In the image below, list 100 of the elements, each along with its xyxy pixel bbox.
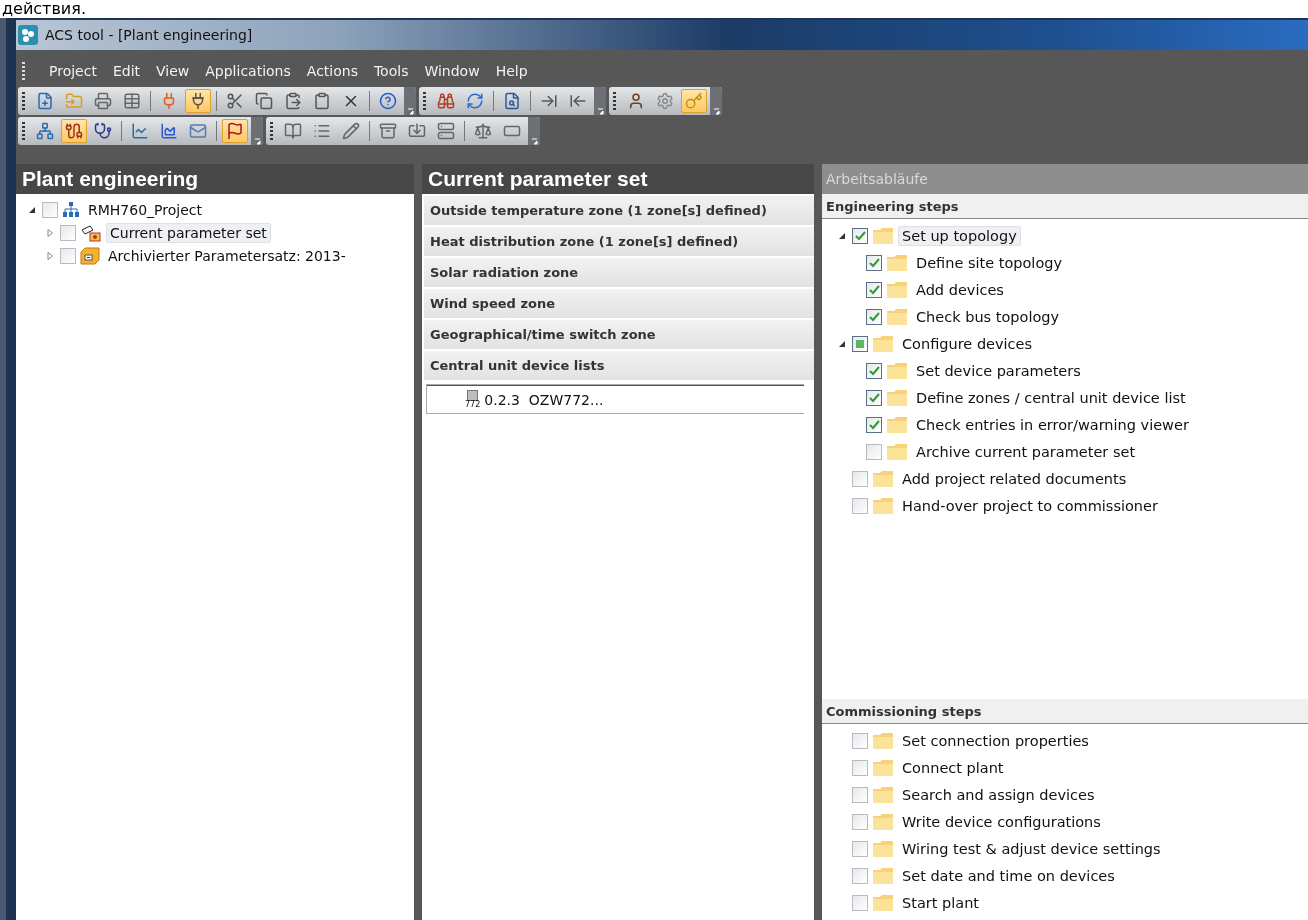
menu-item[interactable]: Help [495, 63, 528, 79]
checkbox[interactable] [852, 497, 868, 514]
workflow-step[interactable]: Set date and time on devices [898, 865, 1119, 886]
folder-icon [872, 758, 894, 777]
checkbox[interactable] [852, 840, 868, 857]
checkbox[interactable] [852, 867, 868, 884]
checkbox[interactable] [866, 416, 882, 433]
toolbar-button[interactable] [222, 119, 248, 143]
checkbox[interactable] [866, 362, 882, 379]
collapse-triangle-icon[interactable] [28, 205, 36, 214]
checkbox[interactable] [852, 335, 868, 352]
zone-header[interactable]: Heat distribution zone (1 zone[s] defined) [424, 227, 814, 258]
checkbox[interactable] [866, 389, 882, 406]
import-icon [569, 92, 587, 110]
workflow-step[interactable]: Check bus topology [912, 306, 1064, 327]
tree-item[interactable]: RMH760_Project [84, 199, 206, 220]
workflow-step[interactable]: Hand-over project to commissioner [898, 495, 1162, 516]
workflow-step[interactable]: Archive current parameter set [912, 441, 1140, 462]
checkbox[interactable] [852, 759, 868, 776]
menu-item[interactable]: Actions [306, 63, 358, 79]
checkbox[interactable] [852, 786, 868, 803]
zone-header[interactable]: Outside temperature zone (1 zone[s] defined) [424, 196, 814, 227]
toolbar-button[interactable] [185, 89, 211, 113]
checkbox[interactable] [60, 224, 76, 241]
zone-header[interactable]: Solar radiation zone [424, 258, 814, 289]
tree-item[interactable]: Current parameter set [106, 222, 271, 243]
workflow-step[interactable]: Wiring test & adjust device settings [898, 838, 1165, 859]
archive-icon [379, 122, 397, 140]
import-icon [408, 122, 426, 140]
menu-item[interactable]: Tools [373, 63, 409, 79]
overflow-button[interactable] [404, 87, 416, 115]
workflow-step[interactable]: Add devices [912, 279, 1008, 300]
stethoscope-icon [94, 122, 112, 140]
tree-item[interactable]: Archivierter Parametersatz: 2013- [104, 245, 350, 266]
checkbox[interactable] [866, 443, 882, 460]
menu-item[interactable]: Window [424, 63, 480, 79]
zone-header[interactable]: Geographical/time switch zone [424, 320, 814, 351]
zone-header[interactable]: Central unit device lists [424, 351, 814, 382]
new-file-icon [36, 92, 54, 110]
folder-icon [872, 496, 894, 515]
workflow-step[interactable]: Set connection properties [898, 730, 1093, 751]
workflow-step[interactable]: Set device parameters [912, 360, 1085, 381]
expand-triangle-icon[interactable] [46, 228, 54, 237]
checkbox[interactable] [852, 813, 868, 830]
menu-item[interactable]: Edit [112, 63, 141, 79]
checkbox[interactable] [866, 308, 882, 325]
workflow-step[interactable]: Define zones / central unit device list [912, 387, 1190, 408]
overflow-button[interactable] [594, 87, 606, 115]
checkbox[interactable] [852, 732, 868, 749]
folder-icon [886, 307, 908, 326]
overflow-button[interactable] [710, 87, 722, 115]
binoculars-icon [437, 92, 455, 110]
chevron-icon [406, 108, 414, 115]
panel-title: Arbeitsabläufe [822, 164, 1308, 194]
chevron-icon [712, 108, 720, 115]
table-icon [123, 92, 141, 110]
overflow-button[interactable] [251, 117, 263, 145]
cable-icon [65, 122, 83, 140]
menu-item[interactable]: Project [49, 63, 97, 79]
flag-icon [226, 122, 244, 140]
printer-icon [94, 92, 112, 110]
clipboard-icon [313, 92, 331, 110]
workflow-step[interactable]: Search and assign devices [898, 784, 1099, 805]
folder-icon [872, 839, 894, 858]
section-header: Engineering steps [822, 194, 1308, 219]
workflow-step[interactable]: Add project related documents [898, 468, 1131, 489]
device-list-item[interactable]: 0.2.3 OZW772... [484, 391, 604, 408]
workflow-step[interactable]: Define site topology [912, 252, 1067, 273]
help-icon [379, 92, 397, 110]
zone-header[interactable]: Wind speed zone [424, 289, 814, 320]
workflow-step[interactable]: Set up topology [898, 225, 1021, 246]
open-folder-icon [65, 92, 83, 110]
workflow-step[interactable]: Check entries in error/warning viewer [912, 414, 1193, 435]
area-chart-icon [160, 122, 178, 140]
folder-icon [872, 731, 894, 750]
folder-icon [872, 866, 894, 885]
checkbox[interactable] [866, 281, 882, 298]
checkbox[interactable] [852, 894, 868, 911]
folder-icon [886, 442, 908, 461]
collapse-triangle-icon[interactable] [838, 339, 846, 348]
expand-triangle-icon[interactable] [46, 251, 54, 260]
workflow-step[interactable]: Start plant [898, 892, 984, 913]
workflow-step[interactable]: Configure devices [898, 333, 1037, 354]
chevron-icon [596, 108, 604, 115]
checkbox[interactable] [60, 247, 76, 264]
collapse-triangle-icon[interactable] [838, 231, 846, 240]
checkbox[interactable] [852, 470, 868, 487]
workflow-step[interactable]: Connect plant [898, 757, 1008, 778]
overflow-button[interactable] [528, 117, 540, 145]
paste-icon [284, 92, 302, 110]
menu-item[interactable]: View [156, 63, 190, 79]
checkbox[interactable] [866, 254, 882, 271]
chevron-icon [530, 138, 538, 145]
folder-icon [886, 253, 908, 272]
menu-item[interactable]: Applications [205, 63, 291, 79]
folder-icon [872, 469, 894, 488]
checkbox[interactable] [852, 227, 868, 244]
toolbar-button[interactable] [61, 119, 87, 143]
workflow-step[interactable]: Write device configurations [898, 811, 1105, 832]
checkbox[interactable] [42, 201, 58, 218]
